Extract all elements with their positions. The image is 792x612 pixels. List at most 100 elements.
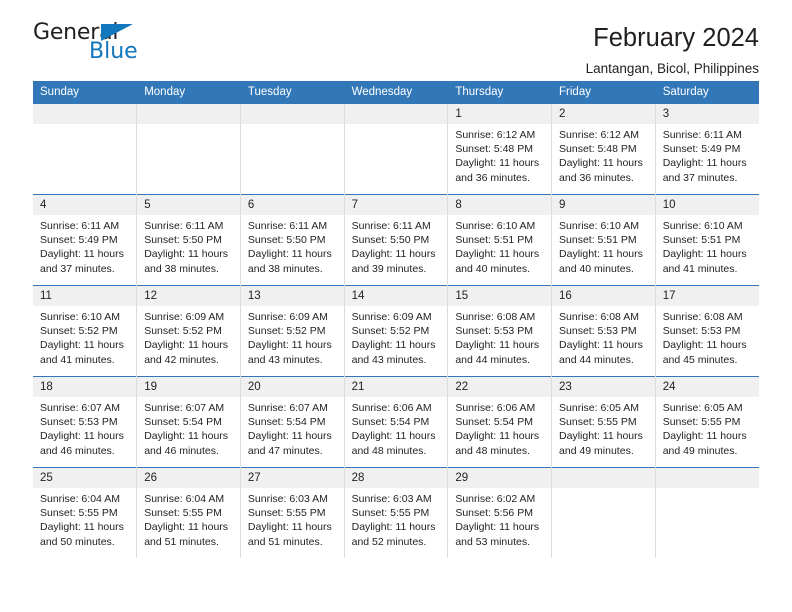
day-cell-body: 28 Sunrise: 6:03 AM Sunset: 5:55 PM Dayligh… [344,468,448,558]
calendar-day-cell[interactable]: 26 Sunrise: 6:04 AM Sunset: 5:55 PM Dayligh… [136,467,241,558]
calendar-day-cell[interactable]: 22 Sunrise: 6:06 AM Sunset: 5:54 PM Dayligh… [447,376,553,468]
sunrise-time: Sunrise: 6:10 AM [40,311,120,323]
calendar-day-cell[interactable]: 10 Sunrise: 6:10 AM Sunset: 5:51 PM Dayligh… [655,194,759,286]
daylight-duration-line2: and 46 minutes. [144,444,219,457]
calendar-day-cell[interactable]: 19 Sunrise: 6:07 AM Sunset: 5:54 PM Dayligh… [136,376,241,468]
calendar-day-cell[interactable]: 27 Sunrise: 6:03 AM Sunset: 5:55 PM Dayligh… [240,467,345,558]
sunset-time: Sunset: 5:52 PM [247,325,326,338]
calendar-day-cell[interactable]: 9 Sunrise: 6:10 AM Sunset: 5:51 PM Daylight… [551,194,656,286]
sunset-time: Sunset: 5:53 PM [40,416,118,429]
calendar-day-cell[interactable]: 11 Sunrise: 6:10 AM Sunset: 5:52 PM Dayligh… [33,285,138,377]
weekday-header-friday: Friday [551,81,656,104]
weekday-header-saturday: Saturday [655,81,759,104]
calendar-day-cell[interactable]: 5 Sunrise: 6:11 AM Sunset: 5:50 PM Daylight… [136,194,241,286]
sunset-time: Sunset: 5:52 PM [144,325,222,338]
calendar-day-cell[interactable]: 28 Sunrise: 6:03 AM Sunset: 5:55 PM Dayligh… [344,467,449,558]
daylight-duration-line1: Daylight: 11 hours [247,339,332,352]
daylight-duration-line2: and 40 minutes. [455,262,531,275]
sun-info: Sunrise: 6:11 AM Sunset: 5:50 PM Daylight:… [241,215,344,276]
day-number: 7 [344,195,448,215]
day-cell-body [655,468,759,558]
daylight-duration-line1: Daylight: 11 hours [247,521,332,534]
day-cell-body [240,104,344,194]
day-cell-body: 4 Sunrise: 6:11 AM Sunset: 5:49 PM Daylight… [33,195,137,285]
calendar-day-cell[interactable]: 4 Sunrise: 6:11 AM Sunset: 5:49 PM Daylight… [33,194,138,286]
day-number: 4 [33,195,137,215]
sunrise-time: Sunrise: 6:11 AM [144,220,224,232]
sunrise-time: Sunrise: 6:06 AM [455,402,536,414]
day-number: 12 [137,286,240,306]
calendar-body: 1 Sunrise: 6:12 AM Sunset: 5:48 PM Daylight… [33,103,759,558]
calendar-day-cell[interactable]: 1 Sunrise: 6:12 AM Sunset: 5:48 PM Daylight… [447,103,553,195]
sunset-time: Sunset: 5:55 PM [247,507,326,520]
sun-info: Sunrise: 6:10 AM Sunset: 5:51 PM Daylight:… [552,215,655,276]
sun-info: Sunrise: 6:06 AM Sunset: 5:54 PM Daylight:… [448,397,551,458]
calendar-day-cell[interactable]: 25 Sunrise: 6:04 AM Sunset: 5:55 PM Dayligh… [33,467,138,558]
daylight-duration-line1: Daylight: 11 hours [662,157,747,170]
day-cell-body: 19 Sunrise: 6:07 AM Sunset: 5:54 PM Dayligh… [137,377,240,467]
daylight-duration-line1: Daylight: 11 hours [351,521,436,534]
sunrise-time: Sunrise: 6:11 AM [247,220,328,232]
calendar-day-cell[interactable]: 29 Sunrise: 6:02 AM Sunset: 5:56 PM Dayligh… [447,467,553,558]
daylight-duration-line2: and 38 minutes. [144,262,219,275]
calendar-day-cell[interactable]: 18 Sunrise: 6:07 AM Sunset: 5:53 PM Dayligh… [33,376,138,468]
calendar-day-cell[interactable]: 6 Sunrise: 6:11 AM Sunset: 5:50 PM Daylight… [240,194,345,286]
calendar-day-cell[interactable]: 7 Sunrise: 6:11 AM Sunset: 5:50 PM Daylight… [344,194,449,286]
sunset-time: Sunset: 5:55 PM [351,507,430,520]
calendar-week-row: 25 Sunrise: 6:04 AM Sunset: 5:55 PM Dayligh… [33,467,759,558]
daylight-duration-line2: and 43 minutes. [247,353,323,366]
calendar-day-cell[interactable]: 12 Sunrise: 6:09 AM Sunset: 5:52 PM Dayligh… [136,285,241,377]
calendar-day-cell[interactable]: 23 Sunrise: 6:05 AM Sunset: 5:55 PM Dayligh… [551,376,656,468]
calendar-day-cell[interactable] [240,103,345,195]
weekday-header-sunday: Sunday [33,81,138,104]
daylight-duration-line1: Daylight: 11 hours [559,339,643,352]
day-cell-body: 13 Sunrise: 6:09 AM Sunset: 5:52 PM Dayligh… [240,286,344,376]
sun-info: Sunrise: 6:11 AM Sunset: 5:49 PM Daylight:… [656,124,759,185]
day-cell-body: 24 Sunrise: 6:05 AM Sunset: 5:55 PM Dayligh… [655,377,759,467]
calendar-day-cell[interactable] [344,103,449,195]
day-number: 10 [655,195,759,215]
day-cell-body: 25 Sunrise: 6:04 AM Sunset: 5:55 PM Dayligh… [33,468,137,558]
daylight-duration-line2: and 46 minutes. [40,444,115,457]
day-number: 27 [240,468,344,488]
daylight-duration-line1: Daylight: 11 hours [144,521,229,534]
sunset-time: Sunset: 5:50 PM [351,234,430,247]
daylight-duration-line1: Daylight: 11 hours [455,157,540,170]
sunset-time: Sunset: 5:50 PM [144,234,222,247]
calendar-day-cell[interactable]: 20 Sunrise: 6:07 AM Sunset: 5:54 PM Dayligh… [240,376,345,468]
daylight-duration-line2: and 50 minutes. [40,535,115,548]
calendar-day-cell[interactable] [136,103,241,195]
daylight-duration-line2: and 48 minutes. [455,444,531,457]
calendar-day-cell[interactable] [551,467,656,558]
sunrise-time: Sunrise: 6:03 AM [351,493,432,505]
calendar-day-cell[interactable]: 17 Sunrise: 6:08 AM Sunset: 5:53 PM Dayligh… [655,285,759,377]
day-number: 8 [448,195,552,215]
calendar-day-cell[interactable]: 3 Sunrise: 6:11 AM Sunset: 5:49 PM Daylight… [655,103,759,195]
daylight-duration-line2: and 36 minutes. [455,171,531,184]
calendar-day-cell[interactable] [33,103,138,195]
sunrise-time: Sunrise: 6:07 AM [247,402,328,414]
sunrise-time: Sunrise: 6:10 AM [559,220,639,232]
calendar-day-cell[interactable]: 13 Sunrise: 6:09 AM Sunset: 5:52 PM Dayligh… [240,285,345,377]
sunrise-time: Sunrise: 6:10 AM [662,220,743,232]
calendar-day-cell[interactable]: 24 Sunrise: 6:05 AM Sunset: 5:55 PM Dayligh… [655,376,759,468]
calendar-day-cell[interactable]: 15 Sunrise: 6:08 AM Sunset: 5:53 PM Dayligh… [447,285,553,377]
sunset-time: Sunset: 5:49 PM [662,143,741,156]
day-cell-body: 3 Sunrise: 6:11 AM Sunset: 5:49 PM Daylight… [655,104,759,194]
sunrise-time: Sunrise: 6:08 AM [455,311,536,323]
calendar-day-cell[interactable]: 2 Sunrise: 6:12 AM Sunset: 5:48 PM Daylight… [551,103,656,195]
sun-info: Sunrise: 6:11 AM Sunset: 5:50 PM Daylight:… [345,215,448,276]
day-cell-body [33,104,137,194]
calendar-header-row: Sunday Monday Tuesday Wednesday Thursday… [33,81,759,104]
calendar-day-cell[interactable]: 21 Sunrise: 6:06 AM Sunset: 5:54 PM Dayligh… [344,376,449,468]
calendar-day-cell[interactable]: 14 Sunrise: 6:09 AM Sunset: 5:52 PM Dayligh… [344,285,449,377]
daylight-duration-line1: Daylight: 11 hours [40,430,124,443]
sunrise-time: Sunrise: 6:05 AM [559,402,639,414]
calendar-day-cell[interactable]: 8 Sunrise: 6:10 AM Sunset: 5:51 PM Daylight… [447,194,553,286]
sun-info: Sunrise: 6:06 AM Sunset: 5:54 PM Daylight:… [345,397,448,458]
weekday-header-tuesday: Tuesday [240,81,345,104]
calendar-day-cell[interactable] [655,467,759,558]
day-number: 3 [655,104,759,124]
calendar-day-cell[interactable]: 16 Sunrise: 6:08 AM Sunset: 5:53 PM Dayligh… [551,285,656,377]
sun-info: Sunrise: 6:03 AM Sunset: 5:55 PM Daylight:… [241,488,344,549]
